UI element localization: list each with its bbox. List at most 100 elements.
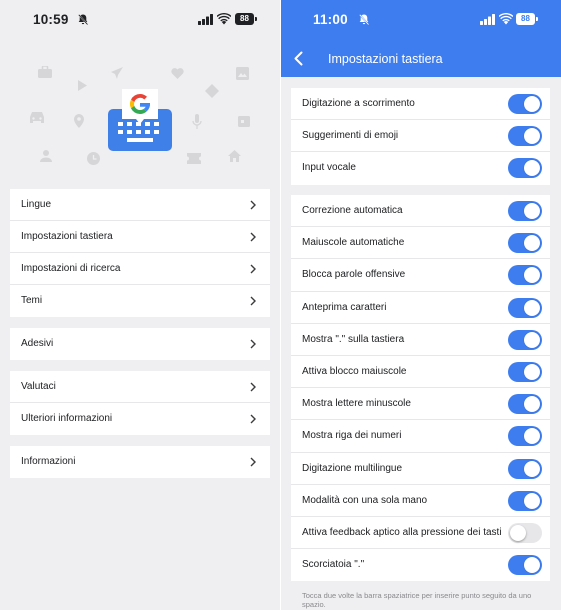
setting-row-blocca-parole-offensive: Blocca parole offensive (291, 259, 550, 292)
person-icon (40, 150, 52, 162)
settings-group-input: Digitazione a scorrimento Suggerimenti di… (291, 88, 550, 185)
silent-bell-icon (78, 14, 88, 25)
toggle-knob (524, 160, 540, 177)
toggle-switch[interactable] (508, 394, 542, 415)
wifi-icon (499, 13, 513, 25)
toggle-knob (524, 203, 540, 219)
setting-row-digitazione-multilingue: Digitazione multilingue (291, 453, 550, 485)
chevron-right-icon (250, 200, 256, 210)
menu-item-impostazioni-tastiera[interactable]: Impostazioni tastiera (10, 221, 270, 253)
setting-label: Anteprima caratteri (302, 301, 387, 313)
setting-label: Attiva feedback aptico alla pressione de… (302, 526, 502, 538)
menu-item-label: Valutaci (21, 381, 56, 392)
toggle-switch[interactable] (508, 94, 542, 114)
shortcut-footnote: Tocca due volte la barra spaziatrice per… (302, 591, 532, 609)
back-arrow-icon[interactable] (294, 51, 303, 66)
toggle-switch[interactable] (508, 233, 542, 254)
menu-item-label: Impostazioni di ricerca (21, 263, 121, 274)
menu-item-impostazioni-ricerca[interactable]: Impostazioni di ricerca (10, 253, 270, 285)
status-bar: 10:59 88 (0, 0, 280, 40)
setting-row-input-vocale: Input vocale (291, 152, 550, 184)
menu-group-stickers: Adesivi (10, 328, 270, 360)
silent-bell-icon (359, 14, 369, 25)
setting-row-scorciatoia: Scorciatoia "." (291, 549, 550, 581)
toggle-switch[interactable] (508, 126, 542, 147)
menu-item-label: Informazioni (21, 456, 76, 467)
toggle-knob (524, 235, 540, 252)
toggle-knob (524, 299, 540, 316)
wifi-icon (217, 13, 231, 25)
setting-label: Mostra lettere minuscole (302, 398, 411, 410)
chevron-right-icon (250, 264, 256, 274)
setting-label: Suggerimenti di emoji (302, 130, 399, 142)
setting-label: Input vocale (302, 162, 356, 174)
toggle-switch[interactable] (508, 555, 542, 576)
briefcase-icon (38, 66, 52, 78)
menu-item-temi[interactable]: Temi (10, 285, 270, 317)
toggle-knob (524, 267, 540, 284)
menu-item-valutaci[interactable]: Valutaci (10, 371, 270, 403)
setting-label: Digitazione a scorrimento (302, 98, 415, 109)
toggle-switch[interactable] (508, 458, 542, 479)
airplane-icon (111, 67, 123, 79)
cellular-signal-icon (480, 14, 495, 25)
calendar-icon (238, 116, 250, 127)
setting-row-suggerimenti-di-emoji: Suggerimenti di emoji (291, 120, 550, 153)
toggle-switch[interactable] (508, 490, 542, 511)
image-icon (236, 67, 249, 80)
toggle-knob (524, 128, 540, 145)
menu-group-feedback: Valutaci Ulteriori informazioni (10, 371, 270, 435)
setting-row-anteprima-caratteri: Anteprima caratteri (291, 292, 550, 324)
menu-item-label: Impostazioni tastiera (21, 231, 113, 242)
chevron-right-icon (250, 232, 256, 242)
keyboard-settings-screen: 11:00 88 Impostazioni tastiera Digitazio… (281, 0, 561, 610)
battery-indicator: 88 (235, 13, 257, 25)
menu-item-adesivi[interactable]: Adesivi (10, 328, 270, 360)
menu-item-ulteriori-informazioni[interactable]: Ulteriori informazioni (10, 403, 270, 435)
status-bar: 11:00 88 (281, 0, 561, 40)
menu-group-about: Informazioni (10, 446, 270, 478)
toggle-knob (524, 363, 540, 380)
toggle-knob (524, 460, 540, 477)
toggle-switch[interactable] (508, 158, 542, 179)
menu-item-lingue[interactable]: Lingue (10, 189, 270, 221)
battery-indicator: 88 (516, 13, 538, 25)
setting-row-attiva-feedback-aptico-alla-pressione-dei-tasti: Attiva feedback aptico alla pressione de… (291, 517, 550, 550)
menu-item-informazioni[interactable]: Informazioni (10, 446, 270, 478)
setting-row-attiva-blocco-maiuscole: Attiva blocco maiuscole (291, 356, 550, 389)
chevron-right-icon (250, 457, 256, 467)
settings-group-corrections: Correzione automatica Maiuscole automatic… (291, 195, 550, 582)
setting-row-correzione-automatica: Correzione automatica (291, 195, 550, 228)
page-title: Impostazioni tastiera (328, 52, 443, 66)
toggle-knob (524, 428, 540, 445)
toggle-knob (524, 492, 540, 509)
toggle-switch[interactable] (508, 426, 542, 447)
setting-row-mostra-sulla-tastiera: Mostra "." sulla tastiera (291, 324, 550, 356)
setting-label: Scorciatoia "." (302, 559, 365, 571)
chevron-right-icon (250, 382, 256, 392)
toggle-switch[interactable] (508, 522, 542, 543)
setting-label: Maiuscole automatiche (302, 237, 405, 249)
home-icon (228, 150, 241, 162)
menu-item-label: Temi (21, 295, 43, 306)
toggle-knob (524, 96, 540, 112)
toggle-switch[interactable] (508, 297, 542, 318)
gboard-main-screen: 10:59 88 Lingue Impostazioni tastiera Im… (0, 0, 280, 610)
toggle-knob (524, 396, 540, 413)
toggle-switch[interactable] (508, 265, 542, 286)
directions-icon (205, 84, 219, 98)
setting-row-digitazione-a-scorrimento: Digitazione a scorrimento (291, 88, 550, 121)
menu-item-label: Ulteriori informazioni (21, 413, 113, 424)
setting-label: Attiva blocco maiuscole (302, 365, 407, 377)
toggle-switch[interactable] (508, 201, 542, 221)
menu-group-main: Lingue Impostazioni tastiera Impostazion… (10, 189, 270, 317)
setting-row-maiuscole-automatiche: Maiuscole automatiche (291, 227, 550, 260)
setting-label: Blocca parole offensive (302, 269, 406, 281)
setting-row-modalita-con-una-sola-mano: Modalità con una sola mano (291, 485, 550, 517)
toggle-switch[interactable] (508, 361, 542, 382)
app-bar: Impostazioni tastiera (281, 40, 561, 77)
chevron-right-icon (250, 414, 256, 424)
status-time: 10:59 (33, 12, 69, 27)
toggle-switch[interactable] (508, 329, 542, 350)
ticket-icon (187, 153, 201, 164)
